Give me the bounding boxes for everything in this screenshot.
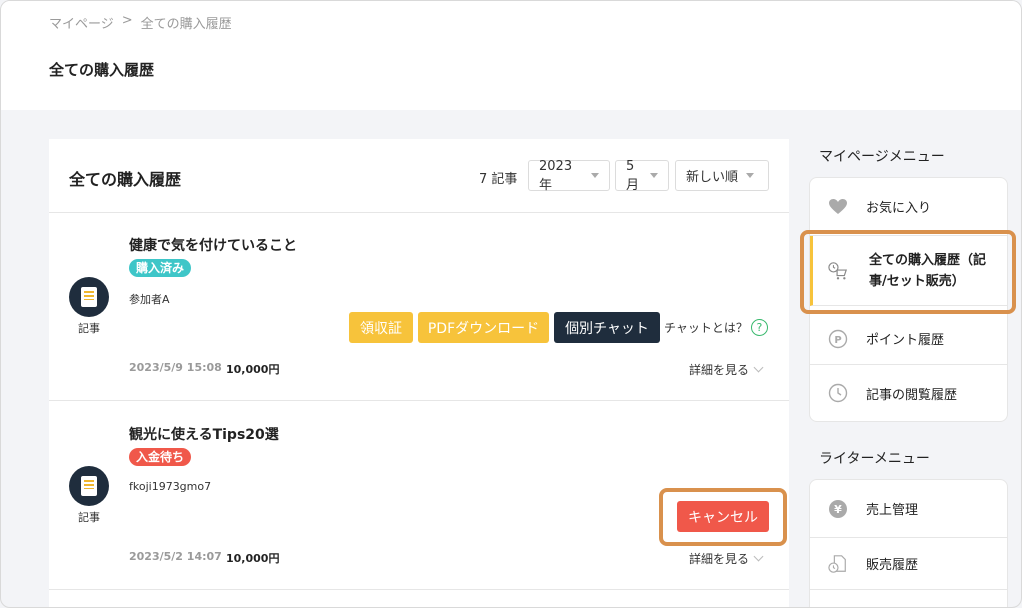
item-title[interactable]: 健康で気を付けていること [129, 235, 297, 255]
breadcrumb-home[interactable]: マイページ [49, 13, 114, 32]
svg-text:P: P [834, 335, 841, 346]
item-title[interactable]: 観光に使えるTips20選 [129, 424, 279, 444]
sidebar-item-label: 販売履歴 [866, 558, 919, 573]
heart-icon [828, 197, 848, 217]
yen-icon: ¥ [828, 499, 848, 519]
breadcrumb-separator: > [121, 13, 133, 28]
purchase-date: 2023/5/9 15:08 [129, 361, 222, 374]
article-type-icon [69, 277, 109, 317]
app-frame: マイページ > 全ての購入履歴 全ての購入履歴 全ての購入履歴 7 記事 202… [0, 0, 1022, 608]
sidebar-item-label: お気に入り [866, 201, 932, 216]
writer-menu: ¥ 売上管理 販売履歴 [809, 479, 1008, 607]
item-price: 10,000円 [226, 552, 280, 565]
item-user: 参加者A [129, 293, 170, 306]
panel-title: 全ての購入履歴 [69, 170, 182, 189]
svg-text:¥: ¥ [834, 503, 842, 516]
sidebar-item-sales-history[interactable]: 販売履歴 [810, 538, 1007, 590]
item-price: 10,000円 [226, 363, 280, 376]
article-type-label: 記事 [78, 322, 100, 335]
sidebar-item-sales-management[interactable]: ¥ 売上管理 [810, 480, 1007, 538]
detail-toggle[interactable]: 詳細を見る [689, 361, 764, 378]
sidebar-item-favorites[interactable]: お気に入り [810, 178, 1007, 236]
status-badge: 入金待ち [129, 448, 192, 466]
breadcrumb-current: 全ての購入履歴 [140, 17, 232, 32]
detail-toggle[interactable]: 詳細を見る [689, 550, 764, 567]
document-icon [81, 476, 97, 496]
article-count: 7 記事 [479, 172, 518, 187]
sort-select[interactable]: 新しい順 [675, 160, 769, 191]
purchase-date: 2023/5/2 14:07 [129, 550, 222, 563]
chevron-down-icon [746, 173, 755, 178]
sort-select-value: 新しい順 [686, 170, 739, 185]
chevron-down-icon [650, 173, 658, 178]
list-item: 健康で気を付けていること 購入済み 記事 参加者A 領収証 PDFダウンロード … [49, 213, 789, 401]
article-type-icon [69, 466, 109, 506]
writer-menu-heading: ライターメニュー [819, 451, 930, 467]
detail-toggle-label: 詳細を見る [689, 363, 750, 377]
status-badge: 購入済み [129, 259, 192, 277]
clock-icon [828, 383, 848, 403]
sidebar-item-view-history[interactable]: 記事の閲覧履歴 [810, 365, 1007, 421]
mypage-menu-heading: マイページメニュー [819, 149, 945, 165]
receipt-button[interactable]: 領収証 [349, 312, 413, 343]
cancel-button-highlight [659, 488, 787, 546]
detail-toggle-label: 詳細を見る [689, 552, 750, 566]
sidebar-item-label: 記事の閲覧履歴 [866, 387, 958, 403]
chevron-down-icon [753, 551, 764, 562]
question-icon: ? [750, 319, 768, 336]
document-icon [81, 287, 97, 307]
top-header: マイページ > 全ての購入履歴 全ての購入履歴 [1, 1, 1021, 110]
month-select-value: 5月 [626, 158, 640, 193]
article-type-label: 記事 [78, 511, 100, 524]
item-user: fkoji1973gmo7 [129, 480, 212, 493]
purchase-history-highlight [800, 230, 1016, 314]
sales-history-icon [828, 554, 848, 574]
year-select-value: 2023年 [539, 158, 573, 193]
breadcrumb: マイページ > 全ての購入履歴 [49, 13, 232, 32]
sidebar-item-point-history[interactable]: P ポイント履歴 [810, 313, 1007, 365]
year-select[interactable]: 2023年 [528, 158, 610, 193]
point-icon: P [828, 329, 848, 349]
month-select[interactable]: 5月 [615, 158, 669, 193]
panel-header: 全ての購入履歴 7 記事 2023年 5月 新しい順 [49, 139, 789, 213]
private-chat-button[interactable]: 個別チャット [554, 312, 660, 343]
sidebar-item-label: 売上管理 [866, 503, 919, 518]
chevron-down-icon [591, 173, 599, 178]
sidebar-item-label: ポイント履歴 [866, 333, 945, 348]
chat-help-label: チャットとは？ [664, 321, 748, 335]
chat-help-link[interactable]: チャットとは？ ? [664, 319, 768, 336]
chevron-down-icon [753, 362, 764, 373]
page-title: 全ての購入履歴 [49, 61, 155, 79]
pdf-download-button[interactable]: PDFダウンロード [418, 312, 549, 343]
